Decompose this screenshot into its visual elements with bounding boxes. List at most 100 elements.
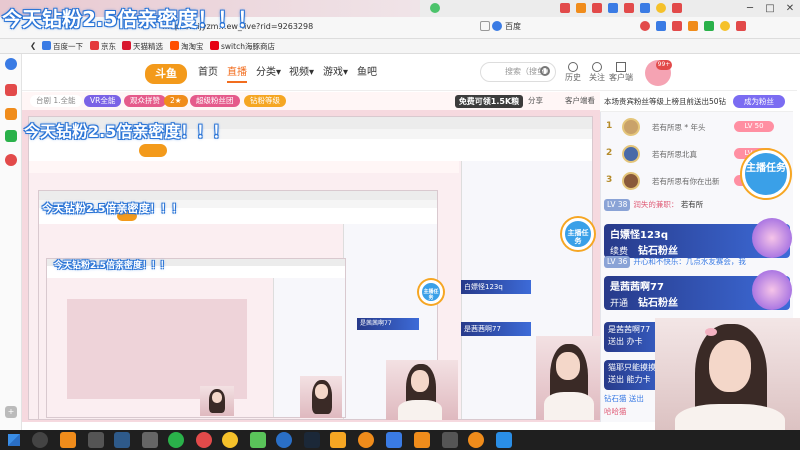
toolbar-icon[interactable] <box>656 21 666 31</box>
taskbar-app-icon[interactable] <box>276 432 292 448</box>
room-category-tag[interactable]: 台剧 1.全能 <box>30 95 82 107</box>
gift-verb: 送出 <box>608 337 624 346</box>
minimize-button[interactable]: ─ <box>740 0 760 17</box>
ext-icon[interactable] <box>592 3 602 13</box>
taskbar-app-icon[interactable] <box>496 432 512 448</box>
bookmark-star-icon[interactable] <box>480 21 490 31</box>
chat-message: LV 38 润失的兼职： 若有所 <box>604 199 794 211</box>
nav-video[interactable]: 视频▾ <box>289 66 314 80</box>
nested-card-name: 是茜茜啊77 <box>360 320 392 327</box>
ext-icon[interactable] <box>656 3 666 13</box>
bookmark-tmall[interactable]: 天猫精选 <box>122 41 163 52</box>
nav-games[interactable]: 游戏▾ <box>323 66 348 80</box>
taskbar-app-icon[interactable] <box>414 432 430 448</box>
toolbar-icon[interactable] <box>736 21 746 31</box>
card-verb: 开通 <box>610 299 629 309</box>
bookmark-switch[interactable]: switch海豚商店 <box>210 41 275 52</box>
douyu-taskbar-icon[interactable] <box>358 432 374 448</box>
bookmark-jd[interactable]: 京东 <box>90 41 116 52</box>
steam-icon[interactable] <box>304 432 320 448</box>
maximize-button[interactable]: □ <box>760 0 780 17</box>
bookmark-baidu[interactable]: 百度一下 <box>42 41 83 52</box>
windows-start-icon[interactable] <box>8 434 20 446</box>
streamer-camera-nested <box>300 376 342 418</box>
user-level-badge: LV 38 <box>604 199 631 211</box>
clock-icon[interactable] <box>5 58 17 70</box>
wechat-icon[interactable] <box>168 432 184 448</box>
taskbar-app-icon[interactable] <box>60 432 76 448</box>
close-button[interactable]: ✕ <box>780 0 800 17</box>
weibo-icon[interactable] <box>5 154 17 166</box>
nav-live[interactable]: 直播 <box>227 66 247 80</box>
chat-text: 开心和不快乐：几点水友赛会，我 <box>633 257 746 266</box>
bookmark-taobao[interactable]: 淘淘宝 <box>170 41 204 52</box>
douyu-logo[interactable]: 斗鱼 <box>145 64 187 84</box>
taskbar-app-icon[interactable] <box>250 432 266 448</box>
site-header <box>22 57 797 91</box>
secure-icon <box>430 3 440 13</box>
nested-video <box>67 299 247 399</box>
share-button[interactable]: 分享 <box>528 95 543 106</box>
taskbar-app-icon[interactable] <box>386 432 402 448</box>
ext-icon[interactable] <box>624 3 634 13</box>
chrome-icon[interactable] <box>222 432 238 448</box>
baidu-icon <box>42 41 51 50</box>
client-button[interactable]: 客户端 <box>606 62 636 83</box>
super-fan-tag[interactable]: 超级粉丝团 <box>190 95 240 107</box>
rank-row[interactable]: 1 若有所思 * 年头 LV 50 <box>604 116 794 138</box>
taskbar-app-icon[interactable] <box>32 432 48 448</box>
avatar <box>622 172 640 190</box>
netease-music-icon[interactable] <box>196 432 212 448</box>
toolbar-icon[interactable] <box>640 21 650 31</box>
streamer-mission-badge[interactable]: 主播任务 <box>742 150 790 198</box>
add-icon[interactable]: + <box>5 406 17 418</box>
nav-home[interactable]: 首页 <box>198 66 218 80</box>
cam-shirt <box>544 392 594 420</box>
rank-name: 若有所思 * 年头 <box>652 123 706 132</box>
back-icon[interactable]: ❮ <box>30 41 36 51</box>
chat-text: 若有所 <box>680 200 704 209</box>
bookmark-label: 淘淘宝 <box>181 42 204 51</box>
free-gift-button[interactable]: 免费可领1.5K粮 <box>455 95 523 108</box>
search-icon[interactable] <box>540 66 550 76</box>
ext-icon[interactable] <box>576 3 586 13</box>
become-fan-button[interactable]: 成为粉丝 <box>733 95 785 108</box>
taskbar-app-icon[interactable] <box>468 432 484 448</box>
sidebar-app-icon[interactable] <box>5 108 17 120</box>
card-action: 续费 钻石粉丝 <box>610 242 678 257</box>
client-watch-button[interactable]: 客户端看 <box>565 95 595 106</box>
diamond-fan-tag[interactable]: 钻粉等级 <box>244 95 286 107</box>
ext-icon[interactable] <box>640 3 650 13</box>
nav-category[interactable]: 分类▾ <box>256 66 281 80</box>
chat-username: 哈哈猫 <box>604 407 627 416</box>
toolbar-icon[interactable] <box>720 21 730 31</box>
notification-badge: 99+ <box>656 60 672 70</box>
baidu-icon <box>492 21 502 31</box>
sidebar-app-icon[interactable] <box>5 84 17 96</box>
taskbar-app-icon[interactable] <box>442 432 458 448</box>
overlay-title-nested: 今天钻粉2.5倍亲密度！！！ <box>54 261 169 271</box>
toolbar-icon[interactable] <box>688 21 698 31</box>
vr-tag[interactable]: VR全能 <box>84 95 122 107</box>
sidebar-app-icon[interactable] <box>5 130 17 142</box>
fan-tag[interactable]: 观众拼赞 <box>124 95 166 107</box>
taskbar-app-icon[interactable] <box>142 432 158 448</box>
nav-fishbar[interactable]: 鱼吧 <box>357 66 377 80</box>
card-username: 是茜茜啊77 <box>610 282 664 293</box>
taskbar-app-icon[interactable] <box>114 432 130 448</box>
nested-card: 白嫖怪123q <box>461 280 531 294</box>
taskbar-app-icon[interactable] <box>88 432 104 448</box>
search-engine-label[interactable]: 百度 <box>505 20 565 34</box>
mission-badge-nested: 主播任务 <box>419 280 443 304</box>
titlebar-extension-icons <box>560 1 740 15</box>
rank-number: 2 <box>606 148 613 158</box>
toolbar-icon[interactable] <box>672 21 682 31</box>
ext-icon[interactable] <box>672 3 682 13</box>
ext-icon[interactable] <box>560 3 570 13</box>
card-action: 开通 钻石粉丝 <box>610 294 678 309</box>
rank-number: 1 <box>606 121 613 131</box>
toolbar-icon[interactable] <box>704 21 714 31</box>
chat-rank-title: 本场贵宾粉丝等级上榜且前送出50钻 <box>604 97 727 106</box>
ext-icon[interactable] <box>608 3 618 13</box>
taskbar-app-icon[interactable] <box>330 432 346 448</box>
